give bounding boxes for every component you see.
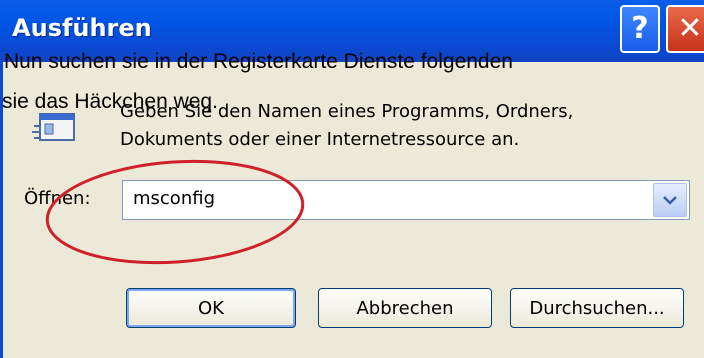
window-title: Ausführen <box>12 14 152 42</box>
open-input[interactable]: msconfig <box>133 188 215 209</box>
cancel-button-label: Abbrechen <box>356 297 454 319</box>
dropdown-button[interactable] <box>653 183 687 217</box>
browse-button[interactable]: Durchsuchen... <box>510 288 684 328</box>
close-icon: ✕ <box>677 11 703 46</box>
chevron-down-icon <box>663 196 677 205</box>
program-icon <box>32 113 75 141</box>
open-label: Öffnen: <box>24 188 91 209</box>
open-combobox[interactable]: msconfig <box>122 180 690 220</box>
help-icon: ? <box>631 11 649 46</box>
close-button[interactable]: ✕ <box>666 5 704 53</box>
overlay-text-line-2: sie das Häckchen weg. <box>2 90 218 113</box>
ok-button[interactable]: OK <box>126 288 296 328</box>
overlay-text-line-1: Nun suchen sie in der Registerkarte Dien… <box>4 50 513 73</box>
cancel-button[interactable]: Abbrechen <box>318 288 492 328</box>
help-button[interactable]: ? <box>620 5 660 53</box>
browse-button-label: Durchsuchen... <box>529 297 665 319</box>
ok-button-label: OK <box>198 297 224 319</box>
